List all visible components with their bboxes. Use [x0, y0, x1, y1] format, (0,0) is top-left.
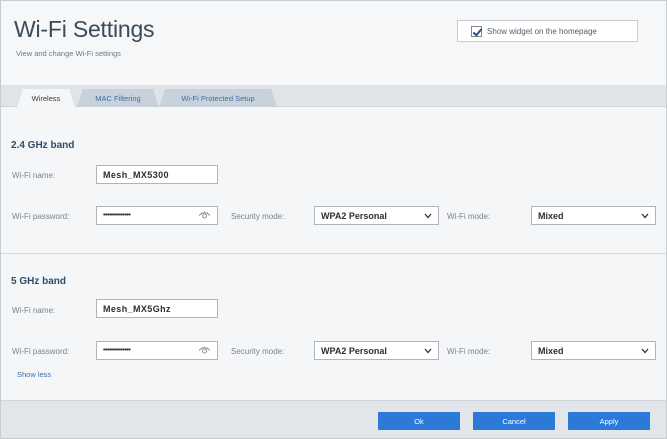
show-less-link[interactable]: Show less: [17, 370, 51, 379]
security-mode-value: WPA2 Personal: [321, 210, 387, 221]
wifi-name-label: Wi-Fi name:: [12, 171, 56, 180]
security-mode-label: Security mode:: [231, 212, 285, 221]
password-mask: ••••••••••••••: [103, 347, 131, 354]
security-mode-value: WPA2 Personal: [321, 345, 387, 356]
wifi-mode-label: Wi-Fi mode:: [447, 212, 491, 221]
chevron-down-icon: [641, 348, 649, 354]
wifi-mode-label: Wi-Fi mode:: [447, 347, 491, 356]
band-24-wifi-name-input[interactable]: Mesh_MX5300: [96, 165, 218, 184]
wifi-password-label: Wi-Fi password:: [12, 347, 70, 356]
section-divider: [1, 253, 666, 254]
footer-bar: [1, 400, 666, 438]
password-mask: ••••••••••••••: [103, 212, 131, 219]
tab-wifi-protected-setup[interactable]: Wi-Fi Protected Setup: [159, 89, 277, 107]
apply-button[interactable]: Apply: [568, 412, 650, 430]
eye-icon[interactable]: [198, 211, 211, 220]
tab-bar: Wireless MAC Filtering Wi-Fi Protected S…: [1, 85, 666, 107]
wifi-mode-value: Mixed: [538, 345, 564, 356]
cancel-button[interactable]: Cancel: [473, 412, 555, 430]
band-24-security-mode-select[interactable]: WPA2 Personal: [314, 206, 439, 225]
page-title: Wi-Fi Settings: [14, 16, 155, 42]
wifi-mode-value: Mixed: [538, 210, 564, 221]
show-widget-toggle[interactable]: Show widget on the homepage: [457, 20, 638, 42]
band-5-wifi-password-input[interactable]: ••••••••••••••: [96, 341, 218, 360]
wifi-name-label: Wi-Fi name:: [12, 306, 56, 315]
security-mode-label: Security mode:: [231, 347, 285, 356]
band-24-title: 2.4 GHz band: [11, 140, 75, 151]
tab-label: Wireless: [31, 93, 61, 103]
ok-button[interactable]: Ok: [378, 412, 460, 430]
tab-wireless[interactable]: Wireless: [17, 89, 75, 107]
band-5-security-mode-select[interactable]: WPA2 Personal: [314, 341, 439, 360]
tab-mac-filtering[interactable]: MAC Filtering: [77, 89, 159, 107]
band-5-wifi-name-input[interactable]: Mesh_MX5Ghz: [96, 299, 218, 318]
eye-icon[interactable]: [198, 346, 211, 355]
band-24-wifi-password-input[interactable]: ••••••••••••••: [96, 206, 218, 225]
chevron-down-icon: [424, 348, 432, 354]
band-5-wifi-mode-select[interactable]: Mixed: [531, 341, 656, 360]
page-subtitle: View and change Wi-Fi settings: [16, 49, 121, 58]
chevron-down-icon: [424, 213, 432, 219]
header: Wi-Fi Settings View and change Wi-Fi set…: [1, 1, 666, 85]
band-5-title: 5 GHz band: [11, 276, 67, 287]
wifi-password-label: Wi-Fi password:: [12, 212, 70, 221]
show-widget-checkbox[interactable]: [471, 25, 482, 37]
band-24-wifi-mode-select[interactable]: Mixed: [531, 206, 656, 225]
show-widget-label: Show widget on the homepage: [487, 26, 597, 36]
wifi-settings-panel: Wi-Fi Settings View and change Wi-Fi set…: [0, 0, 667, 439]
tab-label: Wi-Fi Protected Setup: [181, 93, 255, 103]
tab-label: MAC Filtering: [95, 93, 141, 103]
chevron-down-icon: [641, 213, 649, 219]
